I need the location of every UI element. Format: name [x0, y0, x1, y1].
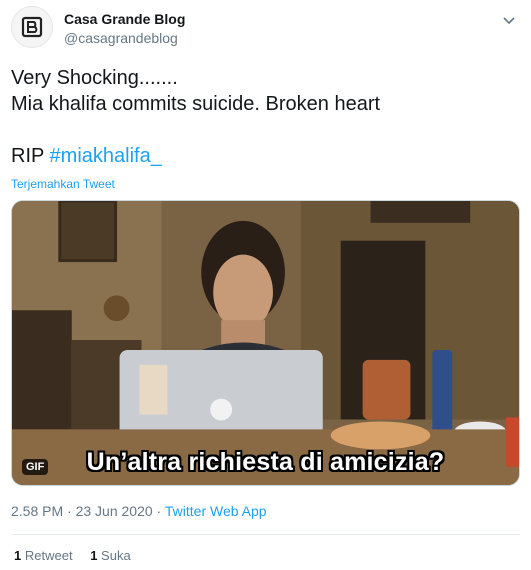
gif-caption: Un’altra richiesta di amicizia? — [86, 448, 445, 476]
like-label: Suka — [101, 548, 131, 563]
tweet-author[interactable]: Casa Grande Blog @casagrandeblog — [64, 11, 185, 47]
casa-grande-logo-icon — [21, 16, 43, 38]
tweet-time[interactable]: 2.58 PM — [11, 503, 63, 519]
tweet-source-link[interactable]: Twitter Web App — [165, 503, 267, 519]
tweet-date[interactable]: 23 Jun 2020 — [76, 503, 153, 519]
like-stat[interactable]: 1 Suka — [90, 548, 131, 563]
like-count: 1 — [90, 548, 98, 563]
hashtag-link[interactable]: #miakhalifa_ — [50, 145, 162, 167]
tweet-media-gif[interactable]: Un’altra richiesta di amicizia? GIF — [11, 200, 520, 486]
tweet-line: Mia khalifa commits suicide. Broken hear… — [11, 93, 381, 115]
retweet-label: Retweet — [24, 548, 73, 563]
gif-frame-image — [12, 201, 519, 485]
retweet-stat[interactable]: 1 Retweet — [14, 548, 73, 563]
tweet-metadata: 2.58 PM · 23 Jun 2020 · Twitter Web App — [11, 503, 267, 519]
retweet-count: 1 — [14, 548, 22, 563]
avatar[interactable] — [11, 6, 53, 48]
author-handle[interactable]: @casagrandeblog — [64, 29, 185, 47]
meta-separator: · — [152, 503, 165, 519]
translate-tweet-link[interactable]: Terjemahkan Tweet — [11, 177, 115, 191]
tweet-text: Very Shocking....... Mia khalifa commits… — [11, 65, 521, 169]
tweet-line: Very Shocking....... — [11, 67, 178, 89]
tweet-stats: 1 Retweet 1 Suka — [14, 548, 145, 563]
divider — [11, 534, 520, 535]
gif-badge: GIF — [22, 459, 49, 475]
author-name[interactable]: Casa Grande Blog — [64, 11, 185, 28]
tweet-line: RIP #miakhalifa_ — [11, 143, 521, 169]
rip-text: RIP — [11, 145, 44, 167]
chevron-down-icon[interactable] — [501, 12, 517, 28]
meta-separator: · — [63, 503, 76, 519]
